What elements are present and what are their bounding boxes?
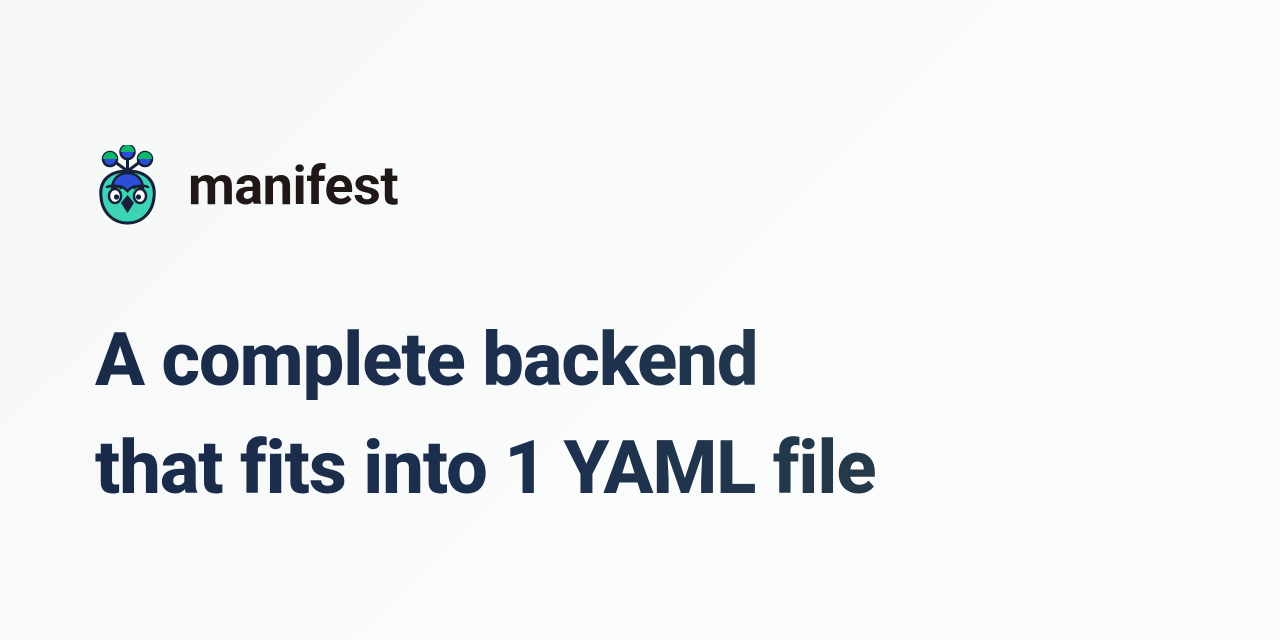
headline-line-2: that fits into 1 YAML file <box>95 425 876 512</box>
headline-line-1: A complete backend <box>95 317 758 404</box>
brand-name: manifest <box>188 155 398 218</box>
manifest-logo-icon <box>95 145 160 227</box>
headline: A complete backend that fits into 1 YAML… <box>95 307 1195 523</box>
hero-card: manifest A complete backend that fits in… <box>95 145 1195 523</box>
brand-row: manifest <box>95 145 1195 227</box>
